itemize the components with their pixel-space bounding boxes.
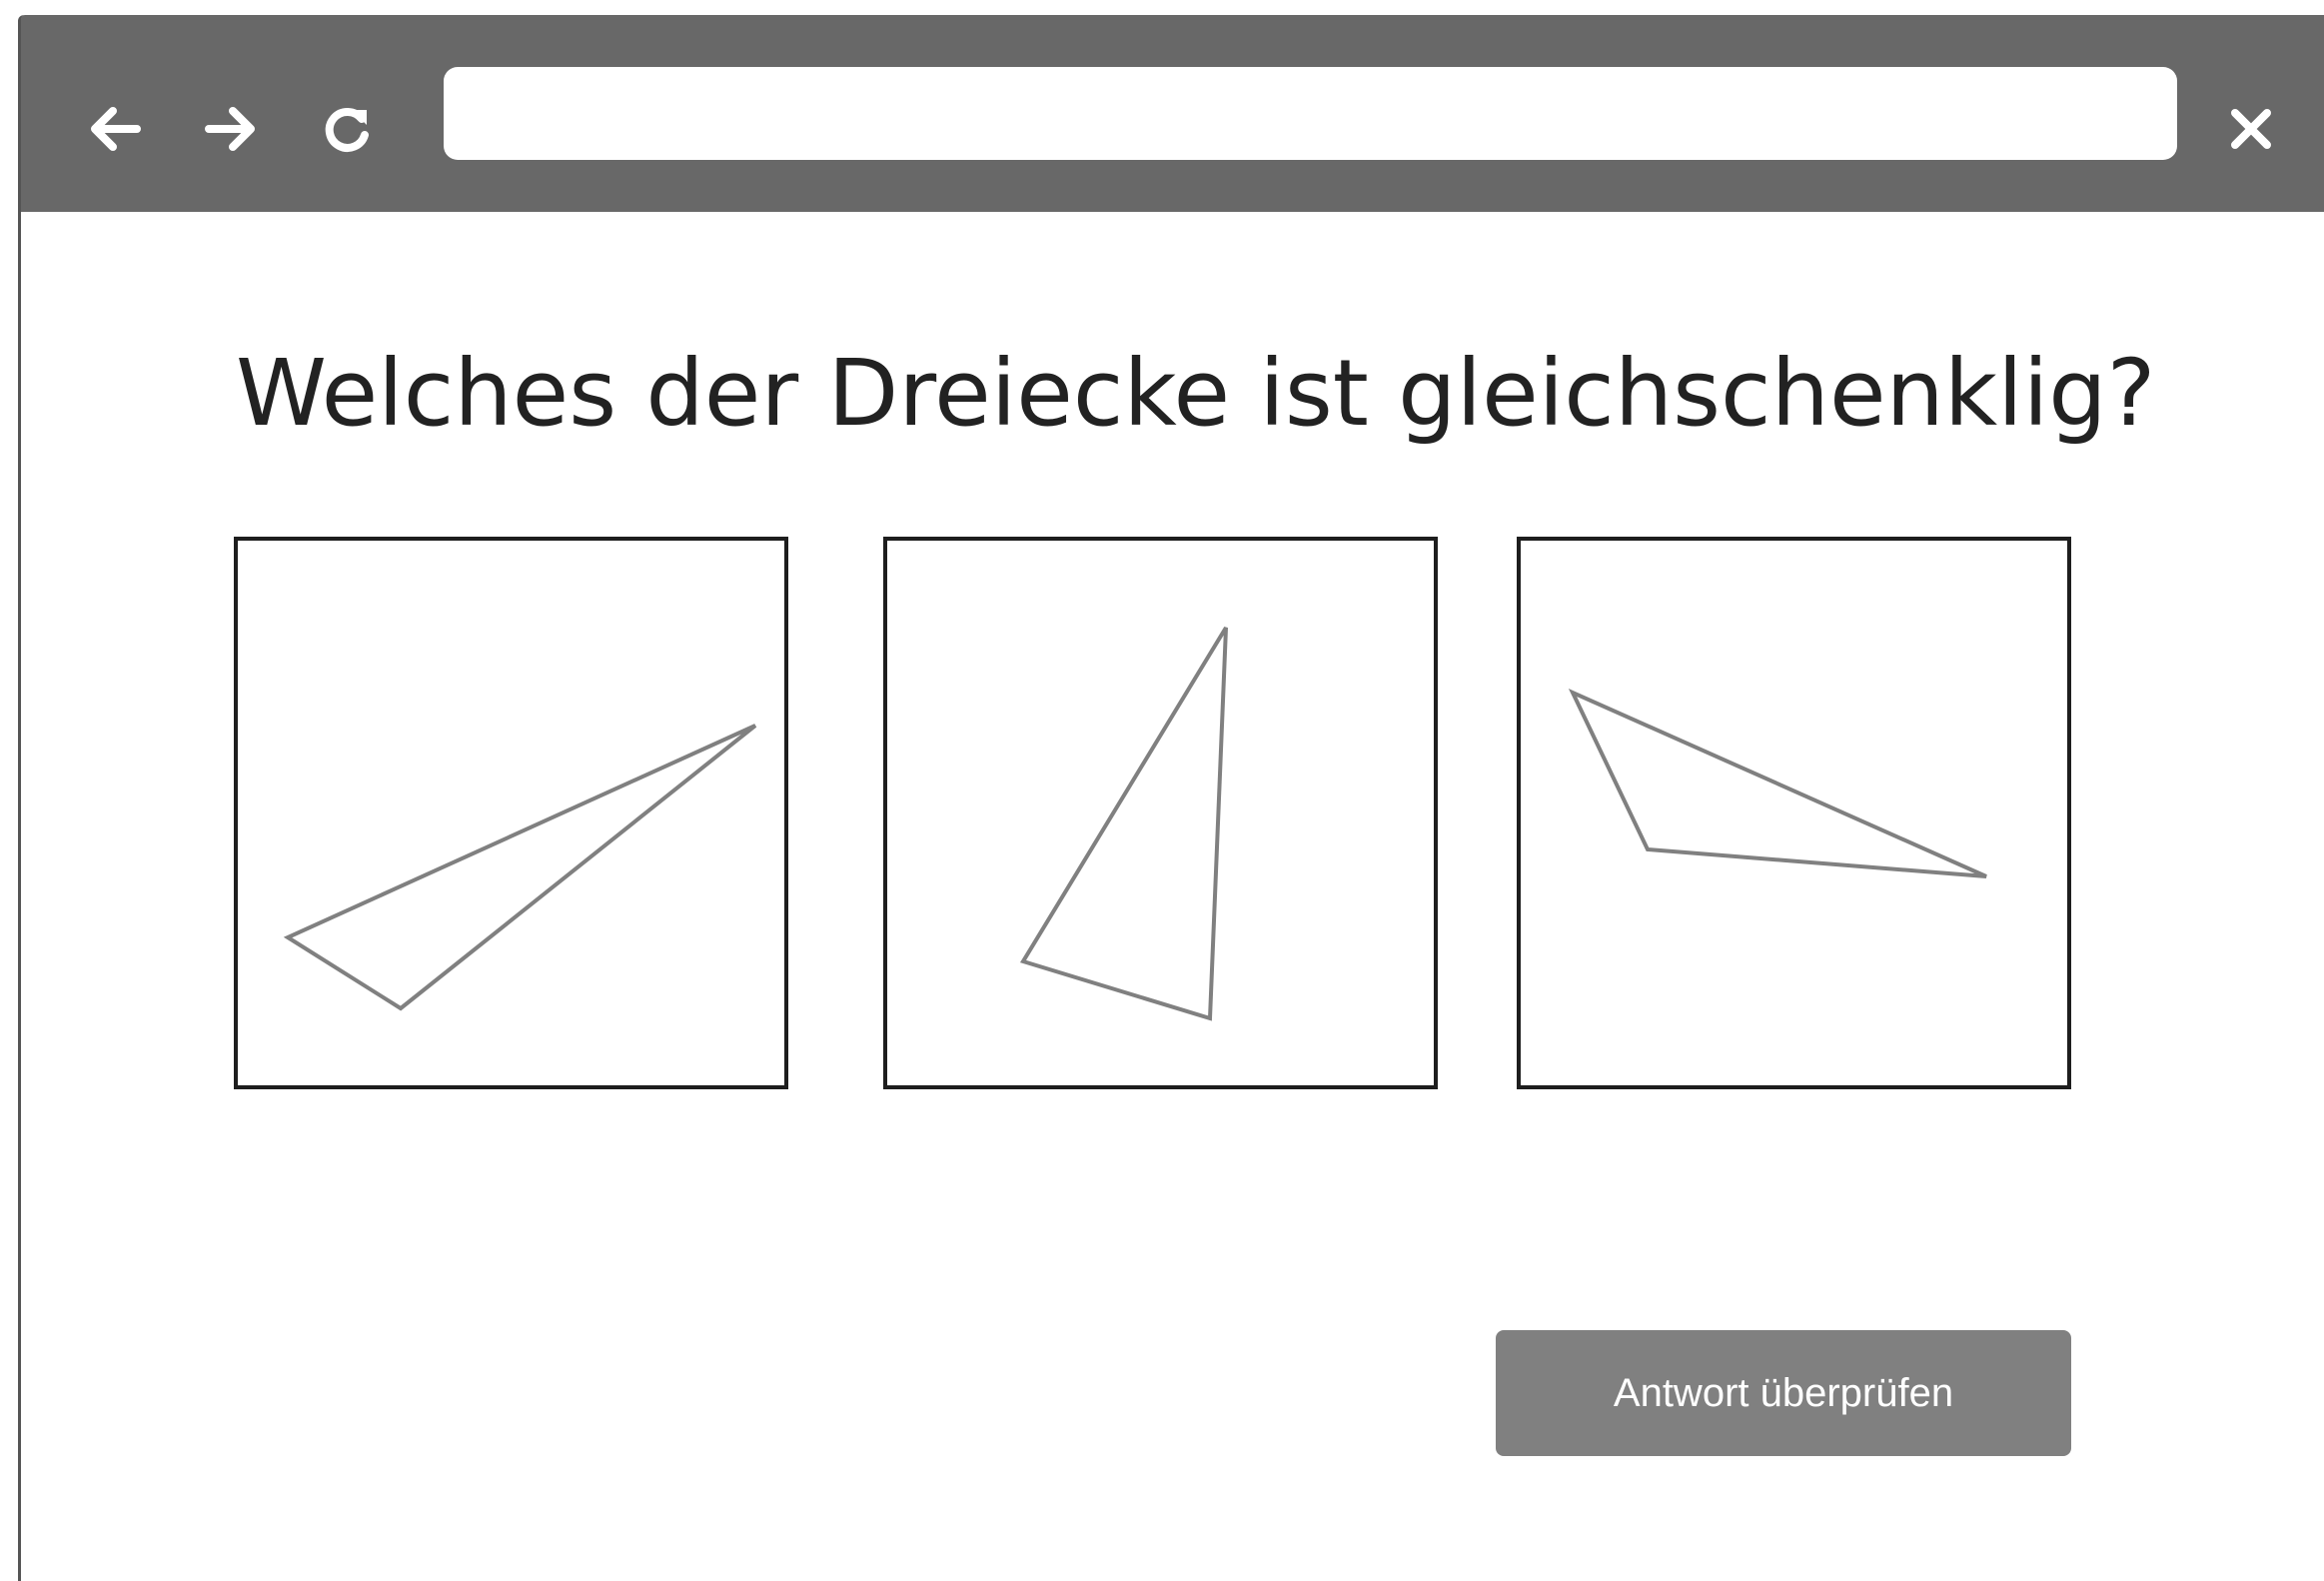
reload-icon — [325, 107, 369, 152]
check-answer-button[interactable]: Antwort überprüfen — [1496, 1330, 2071, 1456]
reload-button[interactable] — [305, 87, 389, 171]
arrow-left-icon — [91, 107, 141, 151]
close-button[interactable] — [2209, 87, 2293, 171]
triangle-option-1[interactable] — [234, 537, 788, 1089]
triangle-shape-3 — [1568, 688, 1987, 878]
triangle-option-2[interactable] — [883, 537, 1438, 1089]
browser-toolbar — [21, 15, 2324, 212]
arrow-right-icon — [205, 107, 255, 151]
triangle-option-3[interactable] — [1517, 537, 2071, 1089]
close-icon — [2231, 109, 2271, 149]
triangle-shape-2 — [1019, 626, 1228, 1021]
question-title: Welches der Dreiecke ist gleichschenklig… — [236, 340, 2156, 447]
forward-button[interactable] — [189, 87, 273, 171]
back-button[interactable] — [73, 87, 157, 171]
triangle-shape-1 — [283, 724, 757, 1011]
address-bar[interactable] — [444, 67, 2177, 160]
